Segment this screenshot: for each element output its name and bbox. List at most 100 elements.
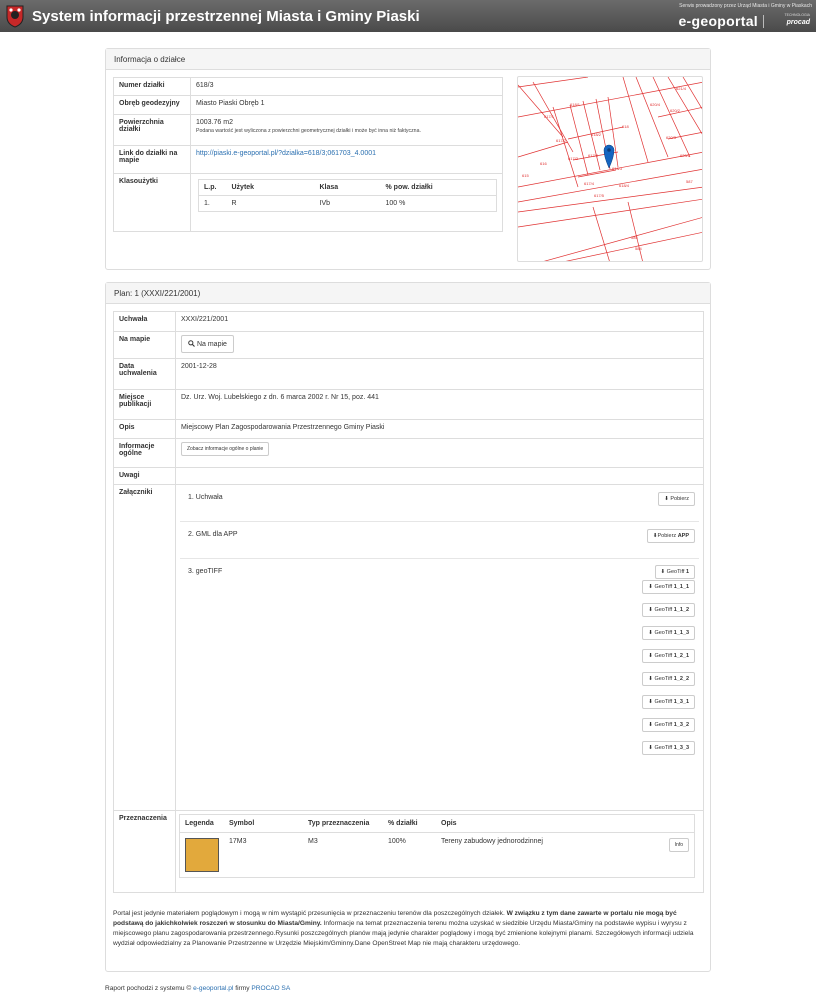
table-row: Powierzchnia działki 1003.76 m2 Podana w… <box>113 114 503 146</box>
map-label: 620/4 <box>650 102 661 107</box>
land-use-table: L.p. Użytek Klasa % pow. działki 1. R IV… <box>198 179 497 212</box>
download-geotiff-button[interactable]: ⬇ GeoTiff 1_1_2 <box>642 603 695 617</box>
e-geoportal-logo-link[interactable]: e-geoportal <box>678 13 758 29</box>
column-header: Klasa <box>314 179 381 196</box>
button-label-bold: 1_3_2 <box>673 722 689 728</box>
button-label: GeoTiff <box>654 653 673 659</box>
procad-logo: TECHNOLOGIA procad <box>766 13 810 26</box>
table-cell: M3 <box>303 832 383 878</box>
parcel-info-panel: Informacja o działce Numer działki 618/3… <box>105 48 711 270</box>
footer: Raport pochodzi z systemu © e-geoportal.… <box>105 985 290 992</box>
procad-brand: procad <box>786 18 810 26</box>
table-row: Numer działki 618/3 <box>113 77 503 96</box>
procad-link[interactable]: PROCAD SA <box>251 985 290 992</box>
button-label: Pobierz <box>670 496 689 502</box>
download-geotiff-button[interactable]: ⬇ GeoTiff 1_2_2 <box>642 672 695 686</box>
download-resolution-button[interactable]: ⬇ Pobierz <box>658 492 695 506</box>
top-header: System informacji przestrzennej Miasta i… <box>0 0 816 32</box>
column-header: % pow. działki <box>380 179 497 196</box>
zoning-info-button[interactable]: Info <box>668 838 689 852</box>
show-on-map-button[interactable]: Na mapie <box>181 335 234 353</box>
tech-label: TECHNOLOGIA <box>784 13 810 17</box>
e-geoportal-link[interactable]: e-geoportal.pl <box>193 985 233 992</box>
area-label: Powierzchnia działki <box>113 114 191 146</box>
button-label-bold: 1_2_1 <box>673 653 689 659</box>
table-row: Przeznaczenia Legenda Symbol Typ przezna… <box>113 810 704 893</box>
download-geotiff-button[interactable]: ⬇ GeoTiff 1_3_3 <box>642 741 695 755</box>
attachment-name: 2. GML dla APP <box>188 531 238 538</box>
button-label: GeoTiff <box>666 569 685 575</box>
table-row: Miejsce publikacji Dz. Urz. Woj. Lubelsk… <box>113 389 704 420</box>
disclaimer-part: Portal jest jedynie materiałem poglądowy… <box>113 910 505 917</box>
zoning-table: Legenda Symbol Typ przeznaczenia % dział… <box>179 814 695 878</box>
download-gml-button[interactable]: ⬇Pobierz APP <box>646 529 695 543</box>
precinct-value: Miasto Piaski Obręb 1 <box>190 95 503 115</box>
button-label-bold: APP <box>677 533 689 539</box>
table-cell: Tereny zabudowy jednorodzinnej <box>436 832 664 878</box>
table-cell: 100% <box>383 832 436 878</box>
download-icon: ⬇ <box>664 496 669 502</box>
table-row: Uchwała XXXI/221/2001 <box>113 311 704 332</box>
download-geotiff-button[interactable]: ⬇ GeoTiff 1_1_1 <box>642 580 695 594</box>
button-label-bold: 1_1_3 <box>673 630 689 636</box>
table-row: Informacje ogólne Zobacz informacje ogól… <box>113 438 704 468</box>
parcel-map[interactable]: 621/4 618/1 620/4 620/2 617/1 618 617/2 … <box>517 76 703 262</box>
column-header: Opis <box>436 814 664 833</box>
map-label: 617/2 <box>556 138 567 143</box>
plan-panel: Plan: 1 (XXXI/221/2001) Uchwała XXXI/221… <box>105 282 711 972</box>
service-info: Serwis prowadzony przez Urząd Miasta i G… <box>679 3 812 9</box>
column-header: Symbol <box>224 814 303 833</box>
table-row: Link do działki na mapie http://piaski.e… <box>113 145 503 174</box>
button-label-bold: 1_3_3 <box>673 745 689 751</box>
map-label: 617/4 <box>588 153 599 158</box>
attachment-name: 3. geoTIFF <box>188 568 223 575</box>
general-info-button[interactable]: Zobacz informacje ogólne o planie <box>181 442 270 456</box>
map-label: 615 <box>522 173 529 178</box>
map-label: 621/4 <box>676 86 687 91</box>
button-label-bold: 1_1_1 <box>673 584 689 590</box>
table-cell: 100 % <box>380 195 497 212</box>
column-header <box>663 814 695 833</box>
download-geotiff-button[interactable]: ⬇ GeoTiff 1_3_2 <box>642 718 695 732</box>
map-link-label: Link do działki na mapie <box>113 145 191 174</box>
area-value: 1003.76 m2 <box>196 119 233 126</box>
search-icon <box>188 340 195 347</box>
list-item: 1. Uchwała ⬇ Pobierz <box>180 485 699 522</box>
parcel-number-label: Numer działki <box>113 77 191 96</box>
table-row: Data uchwalenia 2001-12-28 <box>113 358 704 390</box>
map-label: 618 <box>622 124 629 129</box>
parcel-map-link[interactable]: http://piaski.e-geoportal.pl/?dzialka=61… <box>196 150 376 157</box>
description-value: Miejscowy Plan Zagospodarowania Przestrz… <box>175 419 704 439</box>
map-label: 585 <box>631 235 638 240</box>
column-header: Typ przeznaczenia <box>303 814 383 833</box>
map-label: 617/4 <box>584 181 595 186</box>
button-label-bold: 1_3_1 <box>673 699 689 705</box>
map-label: 620/1 <box>680 153 691 158</box>
table-row: Opis Miejscowy Plan Zagospodarowania Prz… <box>113 419 704 439</box>
button-label: GeoTiff <box>654 699 673 705</box>
map-label: 616 <box>540 161 547 166</box>
table-row: Uwagi <box>113 467 704 485</box>
adoption-date-value: 2001-12-28 <box>175 358 704 390</box>
map-label: 620/3 <box>666 135 677 140</box>
download-geotiff-button[interactable]: ⬇ GeoTiff 1_1_3 <box>642 626 695 640</box>
map-label: 618/3 <box>612 166 623 171</box>
button-label: GeoTiff <box>654 745 673 751</box>
zoning-label: Przeznaczenia <box>113 810 176 893</box>
download-geotiff-button[interactable]: ⬇ GeoTiff 1 <box>654 565 695 579</box>
button-label: GeoTiff <box>654 630 673 636</box>
map-label: 618/1 <box>570 102 581 107</box>
parcel-map-drawing: 621/4 618/1 620/4 620/2 617/1 618 617/2 … <box>518 77 702 261</box>
map-label: 584 <box>635 246 642 251</box>
map-label: 620/2 <box>670 108 681 113</box>
map-label: 618/4 <box>619 183 630 188</box>
button-label-bold: 1_1_2 <box>673 607 689 613</box>
download-geotiff-button[interactable]: ⬇ GeoTiff 1_3_1 <box>642 695 695 709</box>
table-cell: R <box>226 195 315 212</box>
button-label: GeoTiff <box>654 584 673 590</box>
column-header: % działki <box>383 814 436 833</box>
table-row: Na mapie Na mapie <box>113 331 704 359</box>
column-header: Legenda <box>179 814 224 833</box>
download-geotiff-button[interactable]: ⬇ GeoTiff 1_2_1 <box>642 649 695 663</box>
button-label: Pobierz <box>657 533 677 539</box>
